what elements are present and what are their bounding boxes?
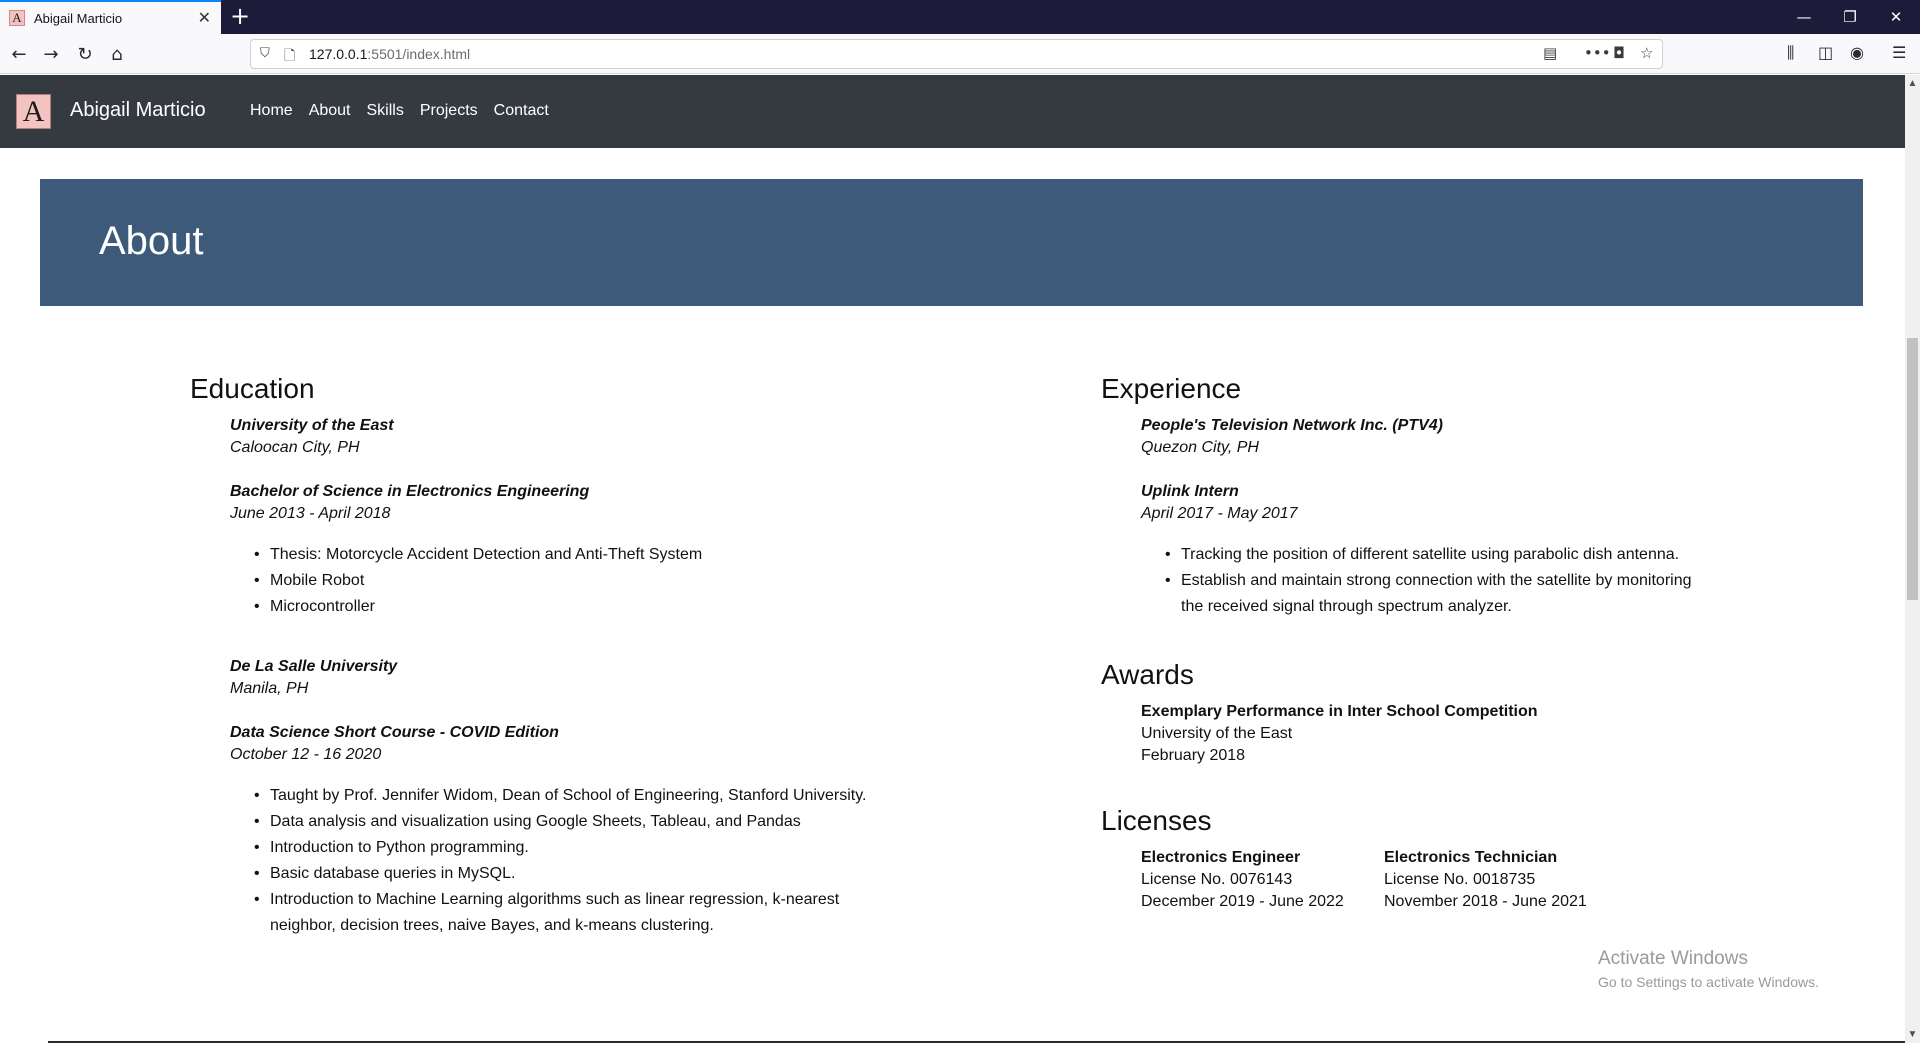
company-name: People's Television Network Inc. (PTV4) bbox=[1141, 417, 1443, 434]
company-location: Quezon City, PH bbox=[1141, 439, 1259, 456]
reader-view-icon[interactable]: ▤ bbox=[1543, 44, 1557, 62]
list-item: Introduction to Python programming. bbox=[254, 835, 866, 861]
education-bullets: Thesis: Motorcycle Accident Detection an… bbox=[254, 542, 702, 620]
forward-icon[interactable]: → bbox=[38, 41, 64, 67]
license-dates: December 2019 - June 2022 bbox=[1141, 893, 1344, 910]
nav-link-contact[interactable]: Contact bbox=[494, 102, 549, 120]
experience-bullets: Tracking the position of different satel… bbox=[1165, 542, 1692, 620]
favicon-icon: A bbox=[9, 10, 25, 26]
list-item: Data analysis and visualization using Go… bbox=[254, 809, 866, 835]
close-window-icon[interactable]: ✕ bbox=[1873, 0, 1919, 34]
education-entry: University of the East Caloocan City, PH bbox=[230, 415, 394, 459]
education-program: Bachelor of Science in Electronics Engin… bbox=[230, 481, 589, 525]
school-location: Manila, PH bbox=[230, 680, 309, 697]
site-nav-links: Home About Skills Projects Contact bbox=[250, 102, 565, 120]
program-dates: October 12 - 16 2020 bbox=[230, 746, 382, 763]
browser-tab[interactable]: A Abigail Marticio ✕ bbox=[0, 0, 221, 34]
browser-toolbar: ← → ↻ ⌂ ⛉ 🗋 127.0.0.1:5501/index.html ▤ … bbox=[0, 34, 1920, 74]
award-title: Exemplary Performance in Inter School Co… bbox=[1141, 703, 1538, 720]
list-item: Mobile Robot bbox=[254, 568, 702, 594]
list-item: Establish and maintain strong connection… bbox=[1165, 568, 1692, 594]
page-viewport: A Abigail Marticio Home About Skills Pro… bbox=[0, 75, 1905, 1043]
list-item-continuation: the received signal through spectrum ana… bbox=[1181, 598, 1512, 615]
list-item: Introduction to Machine Learning algorit… bbox=[254, 887, 866, 913]
menu-icon[interactable]: ☰ bbox=[1892, 43, 1906, 62]
home-icon[interactable]: ⌂ bbox=[104, 41, 130, 67]
education-heading: Education bbox=[190, 373, 315, 404]
page-info-icon[interactable]: 🗋 bbox=[284, 45, 295, 69]
education-entry: De La Salle University Manila, PH bbox=[230, 656, 397, 700]
school-location: Caloocan City, PH bbox=[230, 439, 360, 456]
license-title: Electronics Technician bbox=[1384, 849, 1558, 866]
experience-entry: People's Television Network Inc. (PTV4) … bbox=[1141, 415, 1443, 459]
nav-link-about[interactable]: About bbox=[309, 102, 351, 120]
role-title: Uplink Intern bbox=[1141, 483, 1239, 500]
about-banner: About bbox=[40, 179, 1863, 306]
scroll-up-icon[interactable]: ▲ bbox=[1905, 75, 1920, 92]
site-brand[interactable]: Abigail Marticio bbox=[70, 99, 206, 122]
browser-tab-bar: A Abigail Marticio ✕ + — ❐ ✕ bbox=[0, 0, 1920, 34]
list-item: Thesis: Motorcycle Accident Detection an… bbox=[254, 542, 702, 568]
url-bar[interactable]: ⛉ 🗋 127.0.0.1:5501/index.html ▤ ••• ◘ ☆ bbox=[250, 39, 1663, 69]
page-scrollbar[interactable]: ▲ ▼ bbox=[1905, 75, 1920, 1043]
award-entry: Exemplary Performance in Inter School Co… bbox=[1141, 701, 1538, 767]
experience-role: Uplink Intern April 2017 - May 2017 bbox=[1141, 481, 1298, 525]
sidebar-icon[interactable]: ◫ bbox=[1818, 43, 1833, 62]
license-entry: Electronics Engineer License No. 0076143… bbox=[1141, 847, 1344, 913]
licenses-heading: Licenses bbox=[1101, 805, 1212, 836]
education-program: Data Science Short Course - COVID Editio… bbox=[230, 722, 559, 766]
minimize-icon[interactable]: — bbox=[1781, 0, 1827, 34]
nav-link-skills[interactable]: Skills bbox=[367, 102, 404, 120]
page-title: About bbox=[99, 219, 204, 263]
list-item: Microcontroller bbox=[254, 594, 702, 620]
restore-icon[interactable]: ❐ bbox=[1827, 0, 1873, 34]
tab-title: Abigail Marticio bbox=[34, 10, 123, 26]
library-icon[interactable]: ⫼ bbox=[1787, 43, 1794, 63]
license-number: License No. 0076143 bbox=[1141, 871, 1293, 888]
list-item: Tracking the position of different satel… bbox=[1165, 542, 1692, 568]
back-icon[interactable]: ← bbox=[6, 41, 32, 67]
watermark-title: Activate Windows bbox=[1598, 948, 1748, 969]
site-logo[interactable]: A bbox=[16, 94, 51, 129]
bookmark-star-icon[interactable]: ☆ bbox=[1640, 44, 1653, 62]
school-name: De La Salle University bbox=[230, 658, 398, 675]
more-actions-icon[interactable]: ••• bbox=[1584, 44, 1611, 62]
nav-link-home[interactable]: Home bbox=[250, 102, 293, 120]
program-name: Bachelor of Science in Electronics Engin… bbox=[230, 483, 590, 500]
url-text[interactable]: 127.0.0.1:5501/index.html bbox=[309, 46, 470, 62]
awards-heading: Awards bbox=[1101, 659, 1194, 690]
list-item-continuation: neighbor, decision trees, naive Bayes, a… bbox=[270, 917, 714, 934]
school-name: University of the East bbox=[230, 417, 394, 434]
license-number: License No. 0018735 bbox=[1384, 871, 1536, 888]
nav-link-projects[interactable]: Projects bbox=[420, 102, 478, 120]
program-name: Data Science Short Course - COVID Editio… bbox=[230, 724, 559, 741]
license-entry: Electronics Technician License No. 00187… bbox=[1384, 847, 1587, 913]
experience-heading: Experience bbox=[1101, 373, 1242, 404]
award-date: February 2018 bbox=[1141, 747, 1246, 764]
list-item: Taught by Prof. Jennifer Widom, Dean of … bbox=[254, 783, 866, 809]
pocket-icon[interactable]: ◘ bbox=[1613, 44, 1625, 62]
list-item: Basic database queries in MySQL. bbox=[254, 861, 866, 887]
reload-icon[interactable]: ↻ bbox=[72, 41, 98, 67]
scroll-thumb[interactable] bbox=[1907, 338, 1918, 600]
account-icon[interactable]: ◉ bbox=[1850, 43, 1864, 62]
tracking-shield-icon[interactable]: ⛉ bbox=[260, 46, 270, 61]
new-tab-icon[interactable]: + bbox=[230, 3, 250, 29]
watermark-subtitle: Go to Settings to activate Windows. bbox=[1598, 974, 1819, 990]
license-dates: November 2018 - June 2021 bbox=[1384, 893, 1587, 910]
site-navbar: A Abigail Marticio Home About Skills Pro… bbox=[0, 75, 1905, 148]
license-title: Electronics Engineer bbox=[1141, 849, 1301, 866]
role-dates: April 2017 - May 2017 bbox=[1141, 505, 1298, 522]
award-org: University of the East bbox=[1141, 725, 1293, 742]
activate-windows-watermark: Activate Windows Go to Settings to activ… bbox=[1598, 948, 1819, 990]
education-bullets: Taught by Prof. Jennifer Widom, Dean of … bbox=[254, 783, 866, 939]
close-tab-icon[interactable]: ✕ bbox=[198, 8, 211, 28]
scroll-down-icon[interactable]: ▼ bbox=[1905, 1026, 1920, 1043]
program-dates: June 2013 - April 2018 bbox=[230, 505, 391, 522]
